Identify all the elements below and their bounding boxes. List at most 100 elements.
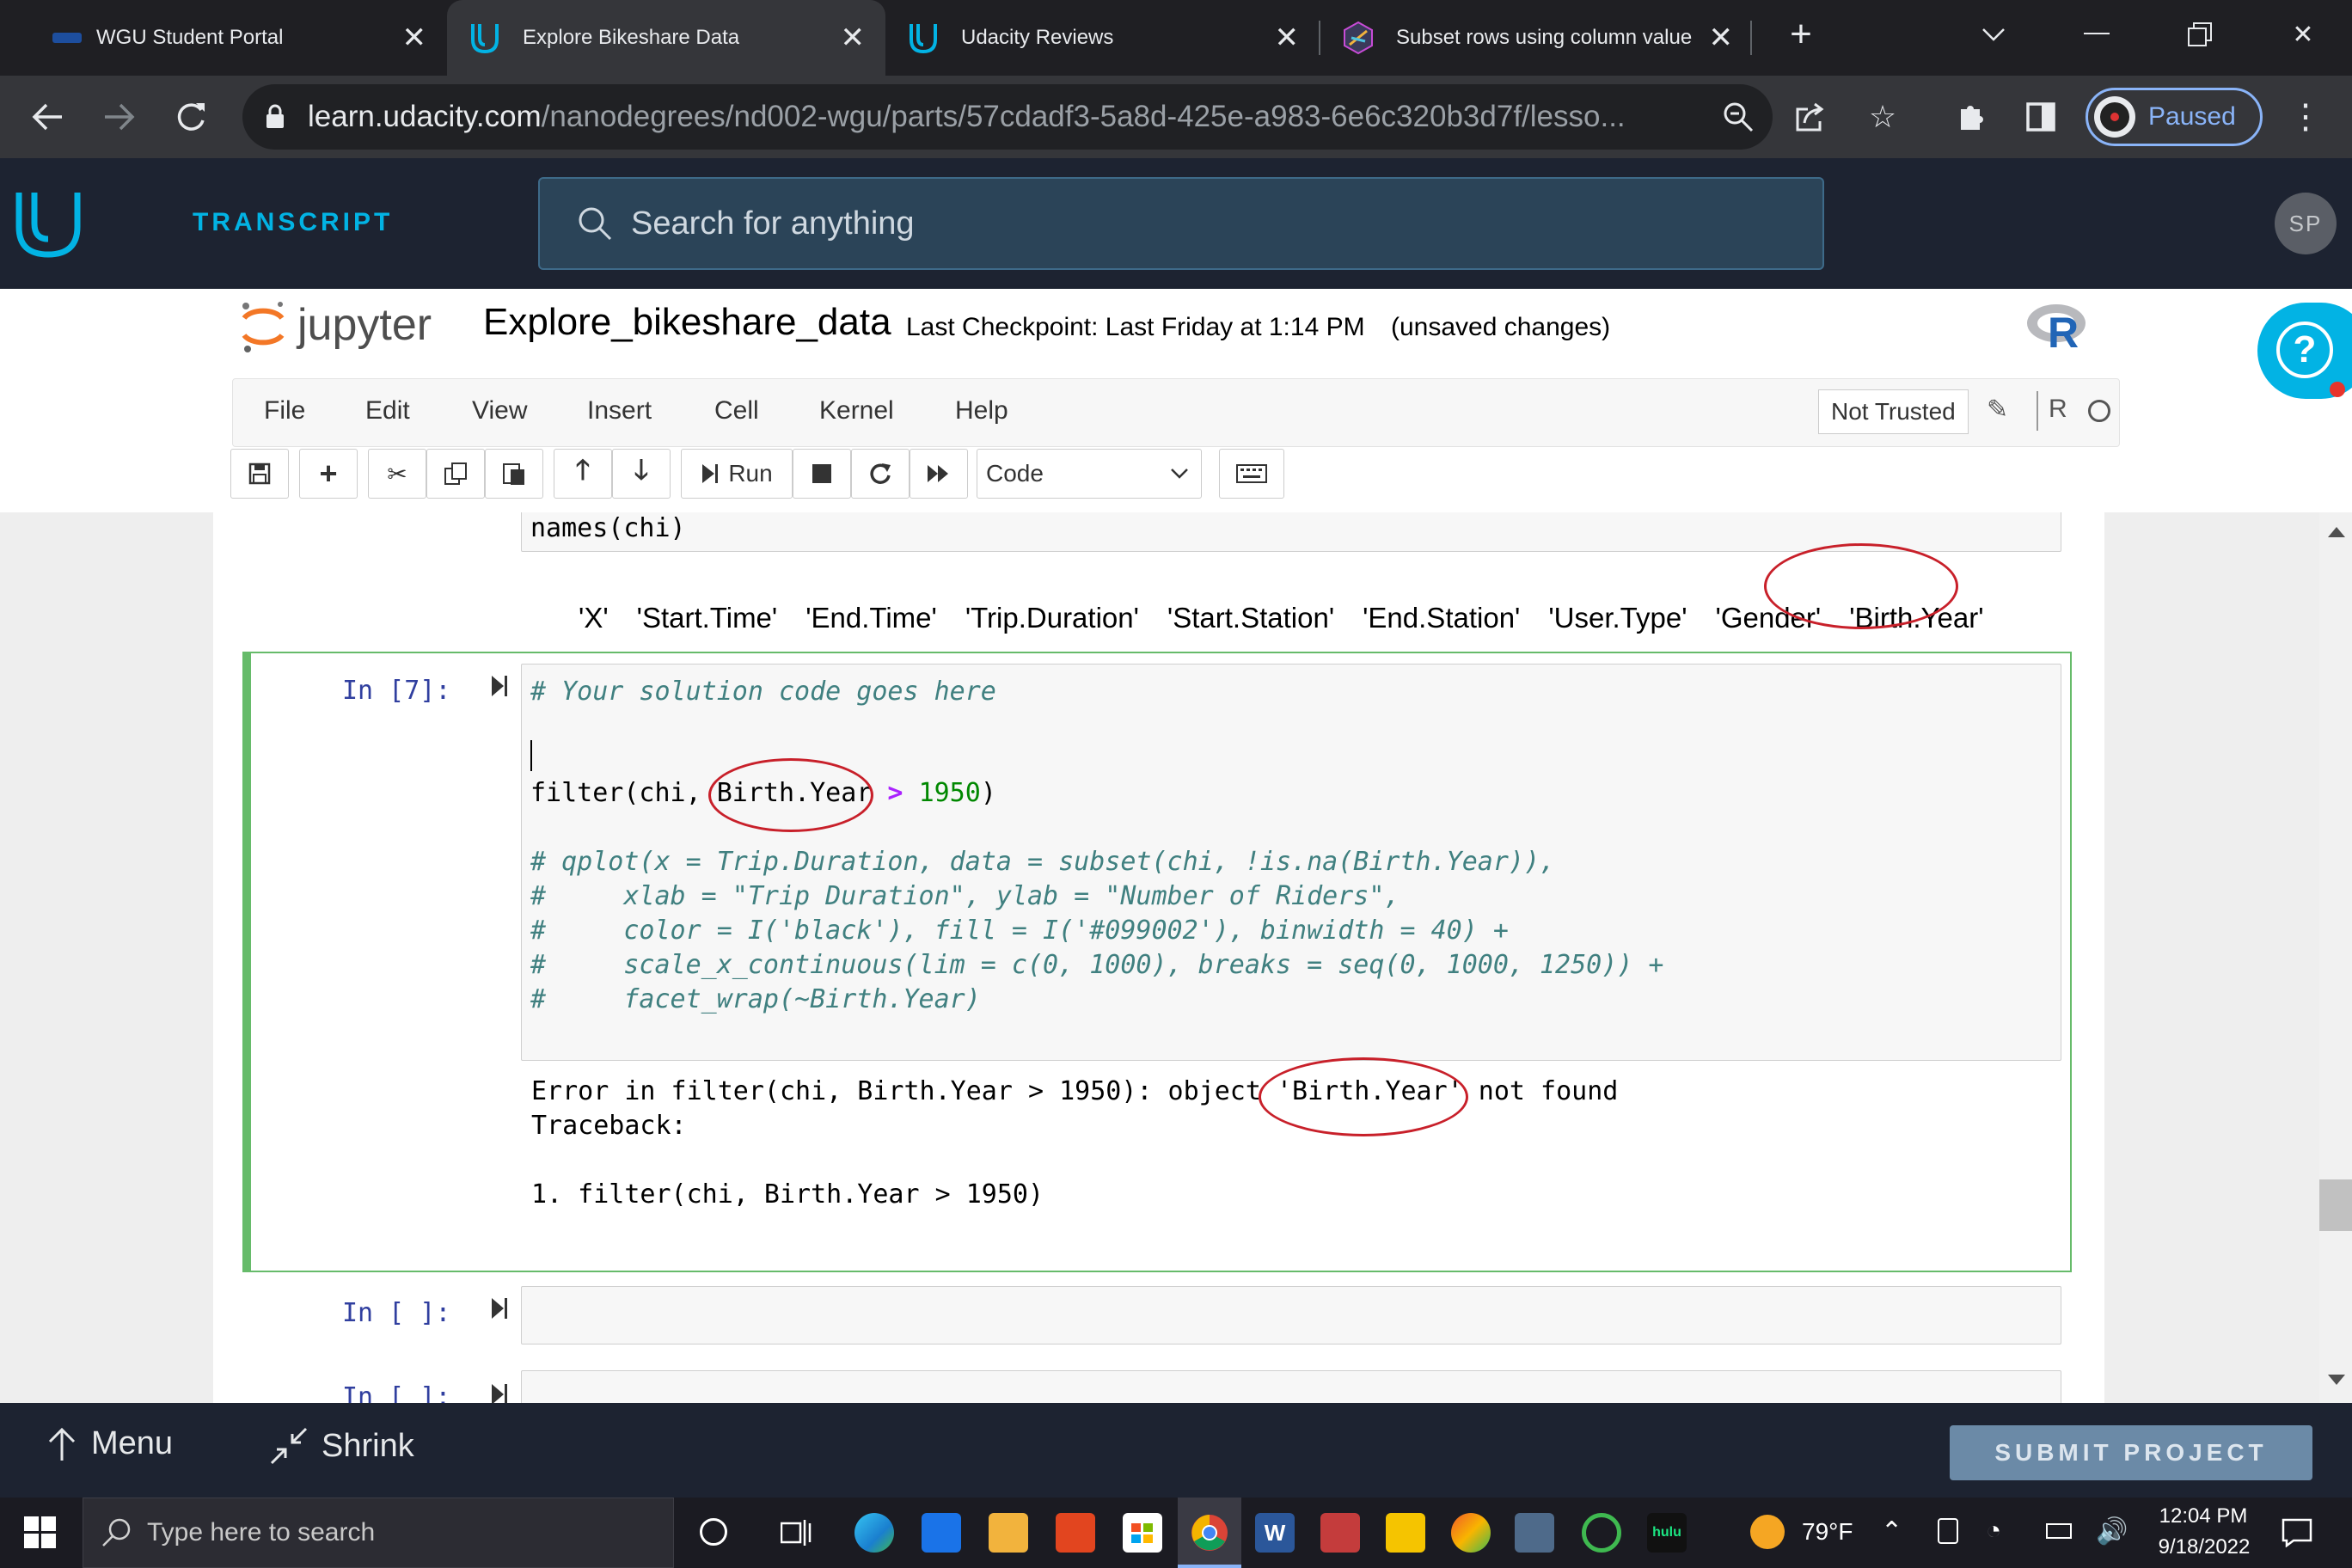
menu-help[interactable]: Help — [955, 396, 1008, 426]
extensions-puzzle-icon[interactable] — [1945, 91, 1996, 143]
cell-type-select[interactable]: Code — [977, 449, 1202, 499]
cortana-icon[interactable] — [700, 1518, 727, 1546]
interrupt-button[interactable] — [793, 449, 851, 499]
jupyter-logo-icon[interactable] — [239, 299, 287, 358]
run-cell-icon[interactable] — [490, 1296, 509, 1327]
side-panel-icon[interactable] — [2015, 91, 2067, 143]
sticky-notes-icon[interactable] — [1386, 1513, 1425, 1553]
menu-view[interactable]: View — [472, 396, 527, 426]
tab-label: WGU Student Portal — [96, 26, 284, 49]
app-red-icon[interactable] — [1320, 1513, 1360, 1553]
taskbar-search-box[interactable]: Type here to search — [83, 1498, 674, 1568]
help-button[interactable]: ? — [2257, 303, 2352, 399]
battery-icon[interactable] — [2046, 1523, 2072, 1539]
close-icon[interactable]: ✕ — [841, 21, 866, 55]
clock-time[interactable]: 12:04 PM — [2156, 1504, 2251, 1528]
udacity-search-box[interactable]: Search for anything — [538, 177, 1824, 270]
chrome-taskbar-active[interactable] — [1178, 1498, 1241, 1568]
close-icon[interactable]: ✕ — [1709, 21, 1734, 55]
run-cell-icon[interactable] — [490, 1382, 509, 1403]
task-view-icon[interactable] — [780, 1518, 812, 1552]
command-palette-button[interactable] — [1219, 449, 1284, 499]
mail-icon[interactable] — [922, 1513, 961, 1553]
tab-subset-rows[interactable]: Subset rows using column value ✕ — [1320, 0, 1754, 76]
reload-icon[interactable] — [165, 91, 217, 143]
weather-temp[interactable]: 79°F — [1802, 1518, 1853, 1546]
speaker-icon[interactable]: 🔊 — [2096, 1516, 2128, 1547]
cell-type-value: Code — [986, 460, 1044, 487]
profile-paused-button[interactable]: Paused — [2086, 88, 2263, 146]
scrollbar-thumb[interactable] — [2319, 1179, 2352, 1231]
office-icon[interactable] — [1056, 1513, 1095, 1553]
tab-explore-bikeshare-data[interactable]: Explore Bikeshare Data ✕ — [447, 0, 885, 76]
app-colorful-icon[interactable] — [1451, 1513, 1491, 1553]
close-icon[interactable]: ✕ — [1275, 21, 1300, 55]
browser-menu-kebab-icon[interactable]: ⋮ — [2280, 91, 2331, 143]
save-button[interactable] — [230, 449, 289, 499]
notifications-icon[interactable] — [2282, 1518, 2312, 1552]
tab-search-chevron-icon[interactable] — [1946, 0, 2041, 69]
close-icon[interactable]: ✕ — [402, 21, 427, 55]
share-icon[interactable] — [1785, 91, 1836, 143]
bookmark-star-icon[interactable]: ☆ — [1857, 91, 1908, 143]
minimize-button[interactable] — [2049, 0, 2144, 69]
menu-file[interactable]: File — [264, 396, 305, 426]
meet-now-icon[interactable] — [1938, 1518, 1958, 1544]
move-down-button[interactable]: 🡓 — [612, 449, 671, 499]
paste-button[interactable] — [485, 449, 543, 499]
run-button[interactable]: Run — [681, 449, 793, 499]
word-icon[interactable]: W — [1255, 1513, 1295, 1553]
shrink-button[interactable]: Shrink — [268, 1425, 414, 1467]
scroll-down-icon[interactable] — [2328, 1374, 2345, 1389]
output-item: 'X' — [579, 602, 609, 634]
menu-button[interactable]: Menu — [46, 1425, 173, 1462]
microsoft-store-icon[interactable] — [1123, 1513, 1162, 1553]
code-comment: # facet_wrap(~Birth.Year) — [530, 984, 981, 1014]
scroll-up-icon[interactable] — [2328, 526, 2345, 542]
run-cell-icon[interactable] — [490, 674, 509, 705]
chevron-up-icon[interactable]: ⌃ — [1881, 1516, 1902, 1547]
window-close-button[interactable]: ✕ — [2256, 0, 2350, 69]
edge-browser-icon[interactable] — [854, 1513, 894, 1553]
restart-kernel-button[interactable] — [851, 449, 910, 499]
insert-cell-button[interactable]: + — [299, 449, 358, 499]
tab-wgu-student-portal[interactable]: WGU Student Portal ✕ — [0, 0, 447, 76]
notebook-name[interactable]: Explore_bikeshare_data — [483, 301, 891, 344]
virtualbox-icon[interactable] — [1515, 1513, 1554, 1553]
edit-pencil-icon[interactable]: ✎ — [1987, 395, 2008, 425]
wifi-icon[interactable]: ◔ — [1986, 1516, 2001, 1546]
app-green-ring-icon[interactable] — [1582, 1513, 1621, 1553]
transcript-link[interactable]: TRANSCRIPT — [193, 208, 393, 237]
restart-run-all-button[interactable] — [910, 449, 968, 499]
tab-udacity-reviews[interactable]: Udacity Reviews ✕ — [885, 0, 1320, 76]
menu-edit[interactable]: Edit — [365, 396, 410, 426]
arrow-up-icon — [48, 1427, 76, 1461]
new-tab-button[interactable]: + — [1754, 0, 1848, 69]
move-up-button[interactable]: 🡑 — [554, 449, 612, 499]
code-editor[interactable]: # Your solution code goes here filter(ch… — [521, 664, 2061, 1061]
udacity-logo-icon[interactable] — [14, 189, 83, 262]
restore-button[interactable] — [2153, 0, 2247, 69]
menu-cell[interactable]: Cell — [714, 396, 759, 426]
menu-kernel[interactable]: Kernel — [819, 396, 894, 426]
partial-code-editor[interactable] — [521, 1370, 2061, 1403]
cut-button[interactable]: ✂ — [368, 449, 426, 499]
not-trusted-button[interactable]: Not Trusted — [1818, 389, 1969, 434]
zoom-icon[interactable] — [1712, 91, 1764, 143]
udacity-footer: Menu Shrink SUBMIT PROJECT — [0, 1403, 2352, 1498]
hulu-icon[interactable]: hulu — [1647, 1513, 1687, 1553]
menu-insert[interactable]: Insert — [587, 396, 652, 426]
notebook-scrollbar[interactable] — [2319, 512, 2352, 1403]
forward-arrow-icon[interactable] — [93, 91, 144, 143]
avatar[interactable]: SP — [2275, 193, 2337, 254]
back-arrow-icon[interactable] — [22, 91, 74, 143]
clock-date[interactable]: 9/18/2022 — [2151, 1535, 2257, 1559]
empty-code-editor[interactable] — [521, 1286, 2061, 1344]
file-explorer-icon[interactable] — [989, 1513, 1028, 1553]
copy-button[interactable] — [426, 449, 485, 499]
weather-sun-icon[interactable] — [1750, 1515, 1785, 1549]
lock-icon — [265, 104, 285, 130]
windows-start-icon[interactable] — [24, 1516, 57, 1553]
submit-project-button[interactable]: SUBMIT PROJECT — [1950, 1425, 2312, 1480]
omnibox[interactable]: learn.udacity.com/nanodegrees/nd002-wgu/… — [242, 84, 1773, 150]
